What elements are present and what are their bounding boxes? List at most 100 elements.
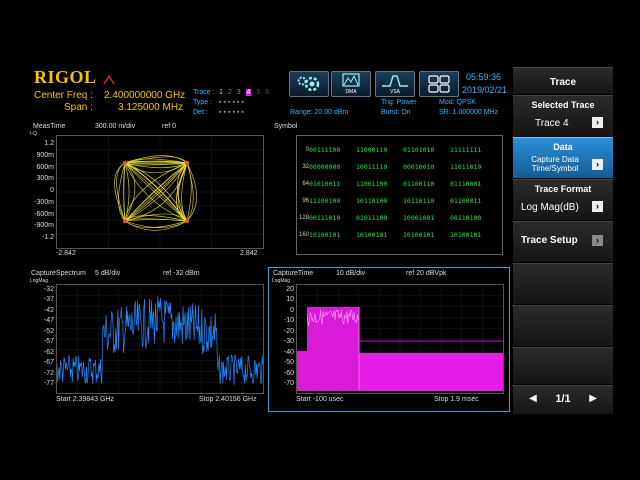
dma-icon <box>342 73 360 87</box>
brand-logo: RIGOL <box>34 67 97 87</box>
layout-button[interactable] <box>419 71 459 97</box>
spectrum-ytick: -42 <box>43 306 54 314</box>
page-next-icon[interactable]: ▶ <box>589 393 597 404</box>
chevron-right-icon: › <box>592 201 603 212</box>
selected-trace-value: Trace 4 <box>535 118 569 129</box>
symbol-bits: 00000000 <box>309 163 341 171</box>
symbol-bits: 00111100 <box>309 146 341 154</box>
spectrum-trace <box>56 285 264 393</box>
capture-time-plot[interactable] <box>296 284 504 394</box>
symbol-bits: 01101010 <box>403 146 435 154</box>
trace-num-6[interactable]: 6 <box>265 89 269 96</box>
center-freq-value[interactable]: 2.400000000 GHz <box>104 90 185 101</box>
capture-time-start: Start -100 usec <box>296 396 344 403</box>
symbol-bits: 10100101 <box>356 231 388 239</box>
spectrum-ytick: -72 <box>43 369 54 377</box>
trace-num-5[interactable]: 5 <box>256 89 260 96</box>
trace-num-3[interactable]: 3 <box>237 89 241 96</box>
constellation-ytick: -1.2 <box>41 234 54 241</box>
menu-title: Trace <box>513 67 613 94</box>
symbol-bits: 01100011 <box>450 197 482 205</box>
spectrum-unit: LogMag <box>30 278 49 284</box>
spectrum-stop: Stop 2.40156 GHz <box>199 396 257 403</box>
constellation-x-right: 2.842 <box>240 250 258 257</box>
constellation-ref: ref 0 <box>162 123 177 130</box>
spectrum-ref: ref -32 dBm <box>163 270 200 277</box>
empty-softkey-7[interactable] <box>513 347 613 384</box>
vsa-button[interactable]: VSA <box>375 71 415 97</box>
capture-time-ytick: -40 <box>283 348 294 356</box>
symbol-bits: 10100101 <box>309 231 341 239</box>
symbol-bits: 11100100 <box>309 197 341 205</box>
spectrum-ytick: -32 <box>43 286 54 293</box>
spectrum-ytick: -37 <box>43 296 54 304</box>
symbol-bits: 01100110 <box>403 180 435 188</box>
logo-mark-icon <box>103 72 115 85</box>
vsa-icon <box>382 75 408 87</box>
symbol-bits: 11111111 <box>450 146 482 154</box>
symbol-bits: 10001001 <box>403 214 435 222</box>
constellation-unit: I-Q <box>30 131 37 137</box>
trace-num-4[interactable]: 4 <box>245 89 252 96</box>
spectrum-ytick: -62 <box>43 348 54 356</box>
capture-time-stop: Stop 1.9 msec <box>434 396 479 403</box>
range-readout: Range: 20.00 dBm <box>290 109 349 116</box>
symbol-bits: 00111010 <box>309 214 341 222</box>
type-label: Type : <box>193 99 213 106</box>
empty-softkey-5[interactable] <box>513 263 613 304</box>
vsa-button-label: VSA <box>389 89 400 95</box>
capture-time-ytick: 20 <box>286 286 294 293</box>
symbol-row-index: 0 <box>305 147 309 153</box>
data-value-line1: Capture Data <box>531 155 579 164</box>
constellation-ytick: -900m <box>34 222 54 230</box>
selected-trace-softkey[interactable]: Selected Trace Trace 4 › <box>513 95 613 136</box>
trace-label: Trace : <box>193 89 215 96</box>
capture-time-title: CaptureTime <box>273 270 314 277</box>
symbol-row-index: 128 <box>298 215 309 221</box>
trace-format-label: Trace Format <box>534 184 592 194</box>
data-softkey[interactable]: Data Capture Data Time/Symbol › <box>513 137 613 178</box>
span-value[interactable]: 3.125000 MHz <box>118 102 183 113</box>
constellation-plot[interactable] <box>56 135 264 249</box>
spectrum-title: CaptureSpectrum <box>31 270 86 277</box>
trace-num-2[interactable]: 2 <box>228 89 232 96</box>
trace-det-markers: ▪▪▪▪▪▪ <box>219 109 246 116</box>
spectrum-plot[interactable] <box>56 284 264 394</box>
symbol-bits: 01110001 <box>450 180 482 188</box>
constellation-ytick: 0 <box>50 187 54 194</box>
capture-time-ytick: -10 <box>283 317 294 325</box>
trace-number-list: 1 2 3 4 5 6 <box>219 89 269 96</box>
page-indicator: 1/1 <box>555 393 571 405</box>
empty-softkey-6[interactable] <box>513 305 613 346</box>
symbol-bits: 10011110 <box>356 163 388 171</box>
data-value-line2: Time/Symbol <box>531 164 579 173</box>
trace-num-1[interactable]: 1 <box>219 89 223 96</box>
constellation-trace <box>57 136 263 248</box>
constellation-ytick: 900m <box>36 151 54 159</box>
spectrum-ytick: -47 <box>43 317 54 325</box>
chevron-right-icon: › <box>592 117 603 128</box>
symbol-bits: 11000110 <box>356 146 388 154</box>
span-label: Span : <box>64 102 93 113</box>
symbol-table[interactable]: 0 00111100 11000110 01101010 11111111 32 00000… <box>296 135 503 255</box>
constellation-title: MeasTime <box>33 123 66 130</box>
capture-time-ytick: -60 <box>283 369 294 377</box>
dma-button[interactable]: DMA <box>331 71 371 97</box>
trace-format-softkey[interactable]: Trace Format Log Mag(dB) › <box>513 179 613 220</box>
center-freq-label: Center Freq : <box>34 90 93 101</box>
symbol-row-index: 64 <box>302 181 309 187</box>
settings-button[interactable] <box>289 71 329 97</box>
trace-setup-label: Trace Setup <box>521 235 578 246</box>
symbol-row-index: 32 <box>302 164 309 170</box>
constellation-ytick: 300m <box>36 175 54 183</box>
det-label: Det : <box>193 109 208 116</box>
spectrum-ytick: -57 <box>43 338 54 346</box>
capture-time-ytick: 10 <box>286 296 294 304</box>
capture-time-trace <box>297 285 503 393</box>
symbol-bits: 11011010 <box>450 163 482 171</box>
data-label: Data <box>553 142 573 152</box>
trace-setup-softkey[interactable]: Trace Setup › <box>513 221 613 262</box>
symbol-bits: 00110100 <box>450 214 482 222</box>
clock-time: 05:59:36 <box>466 72 502 82</box>
constellation-ytick: -300m <box>34 198 54 206</box>
